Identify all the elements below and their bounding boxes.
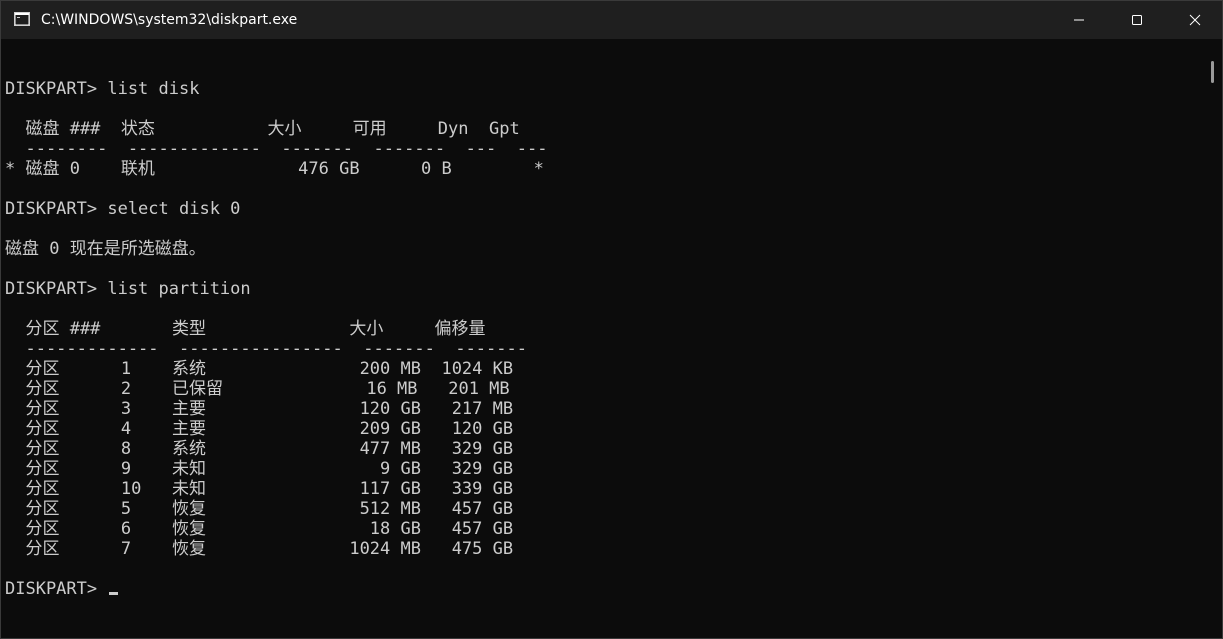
- console-line-text: 分区 10 未知 117 GB 339 GB: [5, 479, 514, 499]
- scrollbar-thumb[interactable]: [1211, 61, 1214, 83]
- console-line: 分区 3 主要 120 GB 217 MB: [5, 399, 1200, 419]
- console-line-text: ------------- ---------------- ------- -…: [5, 339, 527, 359]
- console-line: 分区 7 恢复 1024 MB 475 GB: [5, 539, 1200, 559]
- console-line-text: 分区 7 恢复 1024 MB 475 GB: [5, 539, 514, 559]
- console-line: * 磁盘 0 联机 476 GB 0 B *: [5, 159, 1200, 179]
- close-button[interactable]: [1166, 1, 1223, 39]
- minimize-button[interactable]: [1050, 1, 1108, 39]
- console-line-text: DISKPART> select disk 0: [5, 199, 241, 219]
- console-line-text: 分区 4 主要 209 GB 120 GB: [5, 419, 514, 439]
- console-line-text: DISKPART> list disk: [5, 79, 200, 99]
- console-app-icon: [14, 12, 30, 26]
- close-icon: [1189, 14, 1201, 26]
- console-line: 分区 2 已保留 16 MB 201 MB: [5, 379, 1200, 399]
- console-line: DISKPART> select disk 0: [5, 199, 1200, 219]
- console-line-text: 分区 9 未知 9 GB 329 GB: [5, 459, 514, 479]
- console-line-text: * 磁盘 0 联机 476 GB 0 B *: [5, 159, 544, 179]
- console-line-text: 分区 ### 类型 大小 偏移量: [5, 319, 486, 339]
- console-line: 分区 6 恢复 18 GB 457 GB: [5, 519, 1200, 539]
- console-line-text: 分区 6 恢复 18 GB 457 GB: [5, 519, 514, 539]
- text-cursor: [109, 592, 119, 595]
- console-line: 分区 ### 类型 大小 偏移量: [5, 319, 1200, 339]
- console-line: 分区 10 未知 117 GB 339 GB: [5, 479, 1200, 499]
- console-line: DISKPART> list partition: [5, 279, 1200, 299]
- console-line: 分区 4 主要 209 GB 120 GB: [5, 419, 1200, 439]
- console-line-text: 分区 5 恢复 512 MB 457 GB: [5, 499, 514, 519]
- console-line: ------------- ---------------- ------- -…: [5, 339, 1200, 359]
- console-line: 磁盘 ### 状态 大小 可用 Dyn Gpt: [5, 119, 1200, 139]
- console-line-text: 分区 8 系统 477 MB 329 GB: [5, 439, 514, 459]
- title-bar[interactable]: C:\WINDOWS\system32\diskpart.exe: [1, 1, 1222, 39]
- console-line-text: DISKPART> list partition: [5, 279, 251, 299]
- window-title: C:\WINDOWS\system32\diskpart.exe: [41, 12, 298, 28]
- console-line-text: -------- ------------- ------- ------- -…: [5, 139, 548, 159]
- console-output[interactable]: DISKPART> list disk 磁盘 ### 状态 大小 可用 Dyn …: [5, 59, 1200, 629]
- console-line-text: 分区 2 已保留 16 MB 201 MB: [5, 379, 510, 399]
- console-line-text: DISKPART>: [5, 579, 108, 599]
- console-line: -------- ------------- ------- ------- -…: [5, 139, 1200, 159]
- maximize-icon: [1132, 15, 1142, 25]
- console-window: C:\WINDOWS\system32\diskpart.exe DISKPAR…: [0, 0, 1223, 639]
- console-line-text: 磁盘 0 现在是所选磁盘。: [5, 239, 206, 259]
- maximize-button[interactable]: [1108, 1, 1166, 39]
- console-line: DISKPART>: [5, 579, 1200, 599]
- console-line: 分区 1 系统 200 MB 1024 KB: [5, 359, 1200, 379]
- console-line: 分区 8 系统 477 MB 329 GB: [5, 439, 1200, 459]
- console-line: DISKPART> list disk: [5, 79, 1200, 99]
- console-line: 磁盘 0 现在是所选磁盘。: [5, 239, 1200, 259]
- minimize-icon: [1074, 19, 1084, 21]
- console-line: 分区 5 恢复 512 MB 457 GB: [5, 499, 1200, 519]
- console-line: 分区 9 未知 9 GB 329 GB: [5, 459, 1200, 479]
- console-line-text: 分区 3 主要 120 GB 217 MB: [5, 399, 514, 419]
- console-line-text: 磁盘 ### 状态 大小 可用 Dyn Gpt: [5, 119, 520, 139]
- console-line-text: 分区 1 系统 200 MB 1024 KB: [5, 359, 514, 379]
- vertical-scrollbar[interactable]: [1206, 41, 1220, 637]
